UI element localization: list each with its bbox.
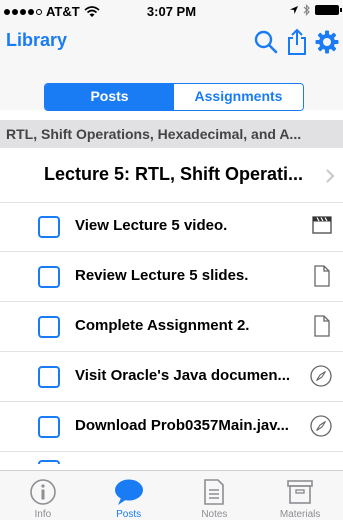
navigation-bar: Library	[0, 22, 343, 66]
item-label: Complete Assignment 2.	[75, 317, 250, 334]
tab-notes[interactable]: Notes	[172, 471, 258, 520]
share-icon[interactable]	[285, 28, 309, 56]
checkbox[interactable]	[38, 316, 60, 338]
location-icon	[290, 6, 298, 14]
item-label: Download Prob0357Main.jav...	[75, 417, 289, 434]
archive-icon	[287, 480, 313, 504]
segmented-control: Posts Assignments	[44, 83, 304, 111]
item-label: View Lecture 5 video.	[75, 217, 228, 234]
info-icon	[30, 479, 56, 505]
compass-icon	[310, 415, 332, 437]
notes-icon	[204, 479, 225, 505]
segment-posts[interactable]: Posts	[45, 84, 174, 110]
list-item[interactable]: Download Prob0357Main.jav...	[0, 402, 343, 452]
tab-label: Posts	[116, 509, 142, 520]
tab-materials[interactable]: Materials	[257, 471, 343, 520]
list-item[interactable]: Review Lecture 5 slides.	[0, 252, 343, 302]
nav-title-library[interactable]: Library	[6, 30, 67, 51]
lecture-row[interactable]: Lecture 5: RTL, Shift Operati...	[0, 150, 343, 203]
list-item[interactable]: Complete Assignment 2.	[0, 302, 343, 352]
checkbox[interactable]	[38, 416, 60, 438]
tab-label: Materials	[279, 509, 321, 520]
section-header: RTL, Shift Operations, Hexadecimal, and …	[0, 120, 343, 148]
list-item[interactable]: View Lecture 5 video.	[0, 202, 343, 252]
status-right	[289, 4, 342, 16]
lecture-title: Lecture 5: RTL, Shift Operati...	[44, 164, 304, 184]
list-item[interactable]: Visit Oracle's Java documen...	[0, 352, 343, 402]
chat-bubble-icon	[114, 479, 143, 505]
bluetooth-icon	[303, 4, 310, 16]
tab-info[interactable]: Info	[0, 471, 86, 520]
document-icon	[314, 265, 330, 287]
checkbox[interactable]	[38, 216, 60, 238]
list-item[interactable]	[0, 452, 343, 464]
chevron-right-icon	[326, 169, 335, 183]
item-label: Review Lecture 5 slides.	[75, 267, 249, 284]
search-icon[interactable]	[253, 29, 279, 55]
battery-icon	[315, 5, 342, 15]
checkbox[interactable]	[38, 460, 60, 464]
nav-actions	[253, 28, 339, 56]
video-icon	[312, 216, 332, 234]
tab-posts[interactable]: Posts	[86, 471, 172, 520]
checkbox[interactable]	[38, 366, 60, 388]
tab-label: Info	[34, 509, 52, 520]
tab-label: Notes	[201, 509, 228, 520]
item-label: Visit Oracle's Java documen...	[75, 367, 291, 384]
compass-icon	[310, 365, 332, 387]
checkbox[interactable]	[38, 266, 60, 288]
document-icon	[314, 315, 330, 337]
status-bar: AT&T 3:07 PM	[0, 0, 343, 22]
task-list: View Lecture 5 video. Review Lecture 5 s…	[0, 202, 343, 464]
tab-bar: Info Posts Notes Materials	[0, 470, 343, 520]
gear-icon[interactable]	[315, 30, 339, 54]
segment-assignments[interactable]: Assignments	[174, 84, 303, 110]
